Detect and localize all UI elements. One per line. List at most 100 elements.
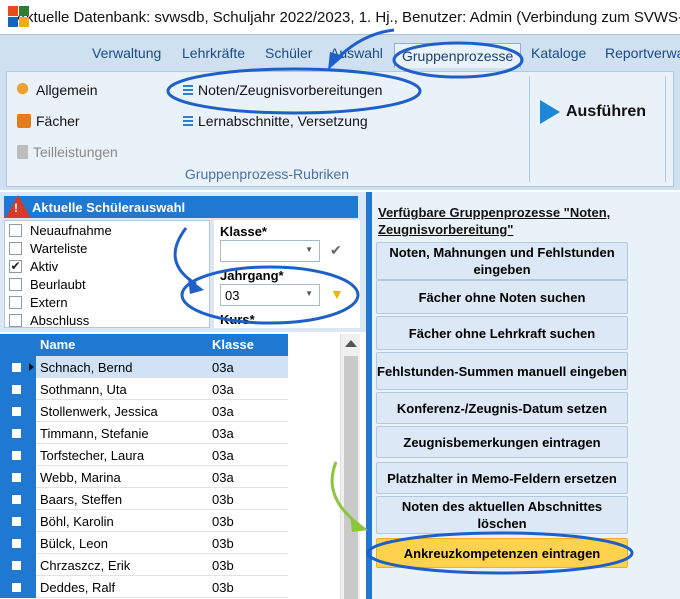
table-row[interactable]: Baars, Steffen 03b	[0, 488, 288, 510]
filter-fields: Klasse* ▼ ✔ Jahrgang* 03 ▼ ▼ Kurs*	[214, 220, 360, 328]
table-row[interactable]: Sothmann, Uta 03a	[0, 378, 288, 400]
scroll-thumb[interactable]	[344, 356, 358, 599]
status-extern[interactable]: Extern	[5, 293, 209, 311]
cell-name: Baars, Steffen	[40, 492, 123, 507]
check-icon[interactable]: ✔	[330, 242, 342, 259]
row-selector-icon	[12, 583, 21, 592]
row-selector[interactable]	[0, 444, 36, 466]
process-zeugnisbemerkungen-button[interactable]: Zeugnisbemerkungen eintragen	[376, 426, 628, 458]
row-selector[interactable]	[0, 554, 36, 576]
tab-gruppenprozesse[interactable]: Gruppenprozesse	[394, 43, 522, 68]
tab-lehrkraefte[interactable]: Lehrkräfte	[182, 45, 245, 61]
column-header-name[interactable]: Name	[40, 337, 75, 352]
grid-scrollbar[interactable]	[340, 334, 360, 599]
status-warteliste[interactable]: Warteliste	[5, 239, 209, 257]
jahrgang-select[interactable]: 03 ▼	[220, 284, 320, 306]
status-neuaufnahme[interactable]: Neuaufnahme	[5, 221, 209, 239]
process-panel-margin	[634, 192, 680, 599]
schuelerauswahl-panel: ! Aktuelle Schülerauswahl Neuaufnahme Wa…	[0, 192, 366, 332]
checkbox[interactable]	[9, 223, 22, 237]
row-selector[interactable]	[0, 510, 36, 532]
table-row[interactable]: Bülck, Leon 03b	[0, 532, 288, 554]
cell-klasse: 03b	[212, 514, 234, 529]
row-selector[interactable]	[0, 488, 36, 510]
chevron-down-icon[interactable]: ▼	[305, 289, 313, 298]
status-abschluss[interactable]: Abschluss	[5, 311, 209, 327]
cell-name: Bülck, Leon	[40, 536, 108, 551]
row-selector[interactable]	[0, 356, 36, 378]
process-panel: Verfügbare Gruppenprozesse "Noten, Zeugn…	[372, 192, 680, 599]
status-label: Neuaufnahme	[30, 222, 112, 238]
row-selector-icon	[12, 451, 21, 460]
row-selector[interactable]	[0, 532, 36, 554]
checkbox[interactable]	[9, 241, 22, 255]
cell-name: Webb, Marina	[40, 470, 121, 485]
rubriken-group: Allgemein Fächer Teilleistungen Noten/Ze…	[7, 72, 527, 186]
rubrik-noten[interactable]: Noten/Zeugnisvorbereitungen	[183, 82, 382, 98]
table-row[interactable]: Webb, Marina 03a	[0, 466, 288, 488]
process-konferenz-datum-button[interactable]: Konferenz-/Zeugnis-Datum setzen	[376, 392, 628, 424]
row-selector-icon	[12, 517, 21, 526]
filter-funnel-icon[interactable]: ▼	[330, 286, 344, 302]
status-beurlaubt[interactable]: Beurlaubt	[5, 275, 209, 293]
process-platzhalter-button[interactable]: Platzhalter in Memo-Feldern ersetzen	[376, 462, 628, 494]
tab-schueler[interactable]: Schüler	[265, 45, 312, 61]
cell-name: Timmann, Stefanie	[40, 426, 149, 441]
row-selector[interactable]	[0, 576, 36, 598]
list-icon	[183, 116, 193, 126]
table-row[interactable]: Stollenwerk, Jessica 03a	[0, 400, 288, 422]
cell-name: Stollenwerk, Jessica	[40, 404, 158, 419]
table-row[interactable]: Timmann, Stefanie 03a	[0, 422, 288, 444]
process-faecher-ohne-noten-button[interactable]: Fächer ohne Noten suchen	[376, 280, 628, 314]
rubrik-faecher-label: Fächer	[36, 113, 80, 129]
checkbox[interactable]	[9, 277, 22, 291]
cell-klasse: 03a	[212, 360, 234, 375]
rubrik-teilleistungen[interactable]: Teilleistungen	[17, 144, 118, 160]
people-icon	[17, 83, 31, 97]
chevron-down-icon[interactable]: ▼	[305, 245, 313, 254]
process-noten-loeschen-button[interactable]: Noten des aktuellen Abschnittes löschen	[376, 496, 628, 534]
run-button[interactable]: Ausführen	[540, 100, 646, 124]
ribbon: Verwaltung Lehrkräfte Schüler Auswahl Gr…	[0, 34, 680, 190]
cell-klasse: 03a	[212, 448, 234, 463]
table-row[interactable]: Chrzaszcz, Erik 03b	[0, 554, 288, 576]
process-noten-eingeben-button[interactable]: Noten, Mahnungen und Fehlstunden eingebe…	[376, 242, 628, 280]
row-selector[interactable]	[0, 378, 36, 400]
rubrik-lernabschnitte[interactable]: Lernabschnitte, Versetzung	[183, 113, 368, 129]
table-row[interactable]: Torfstecher, Laura 03a	[0, 444, 288, 466]
process-fehlstunden-button[interactable]: Fehlstunden-Summen manuell eingeben	[376, 352, 628, 390]
klasse-select[interactable]: ▼	[220, 240, 320, 262]
cell-klasse: 03a	[212, 426, 234, 441]
checkbox[interactable]	[9, 295, 22, 309]
rubrik-allgemein[interactable]: Allgemein	[17, 82, 97, 98]
tab-reportverwaltung[interactable]: Reportverwa	[605, 45, 680, 61]
process-faecher-ohne-lehrkraft-button[interactable]: Fächer ohne Lehrkraft suchen	[376, 316, 628, 350]
ribbon-separator	[529, 76, 530, 182]
column-header-klasse[interactable]: Klasse	[212, 337, 254, 352]
table-row[interactable]: Deddes, Ralf 03b	[0, 576, 288, 598]
tab-verwaltung[interactable]: Verwaltung	[92, 45, 161, 61]
process-ankreuzkompetenzen-button[interactable]: Ankreuzkompetenzen eintragen	[376, 538, 628, 568]
document-icon	[17, 145, 28, 159]
row-selector[interactable]	[0, 400, 36, 422]
ribbon-tabs: Verwaltung Lehrkräfte Schüler Auswahl Gr…	[0, 43, 680, 69]
row-selector[interactable]	[0, 466, 36, 488]
table-row[interactable]: Schnach, Bernd 03a	[0, 356, 288, 378]
cell-name: Sothmann, Uta	[40, 382, 127, 397]
checkbox-checked[interactable]: ✔	[9, 259, 22, 273]
status-label: Beurlaubt	[30, 276, 86, 292]
rubrik-faecher[interactable]: Fächer	[17, 113, 80, 129]
klasse-label: Klasse*	[220, 224, 267, 239]
row-selector[interactable]	[0, 422, 36, 444]
scroll-up-icon[interactable]	[345, 340, 357, 347]
status-aktiv[interactable]: ✔ Aktiv	[5, 257, 209, 275]
table-row[interactable]: Böhl, Karolin 03b	[0, 510, 288, 532]
group-caption: Gruppenprozess-Rubriken	[184, 166, 350, 182]
cell-name: Torfstecher, Laura	[40, 448, 145, 463]
current-row-icon	[29, 363, 34, 371]
checkbox[interactable]	[9, 313, 22, 327]
tab-auswahl[interactable]: Auswahl	[330, 45, 383, 61]
tab-kataloge[interactable]: Kataloge	[531, 45, 586, 61]
jahrgang-label: Jahrgang*	[220, 268, 284, 283]
cell-klasse: 03b	[212, 558, 234, 573]
